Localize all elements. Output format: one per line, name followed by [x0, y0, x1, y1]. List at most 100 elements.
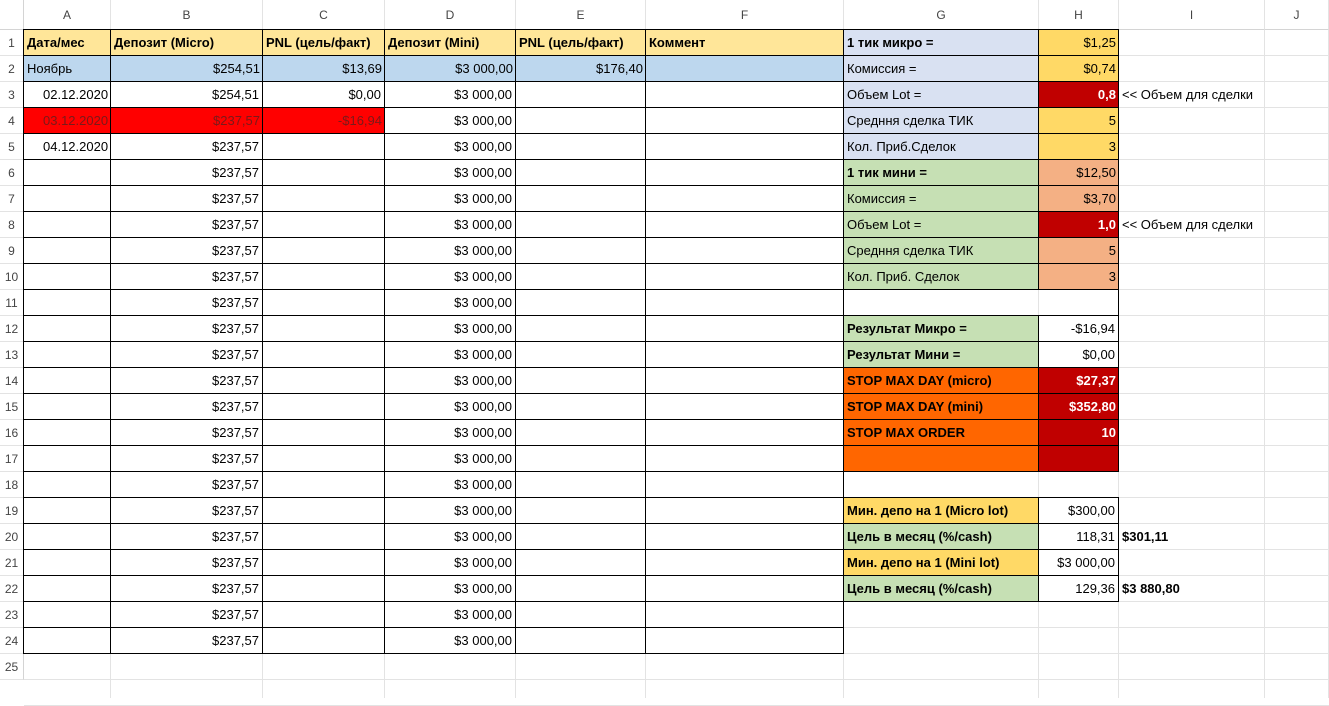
header-d[interactable]: Депозит (Mini): [385, 30, 516, 56]
november-f[interactable]: [646, 56, 844, 82]
cell-c12[interactable]: [263, 316, 384, 341]
cell-e21[interactable]: [516, 550, 645, 575]
cell-a9[interactable]: [24, 238, 110, 263]
cell-d15[interactable]: $3 000,00: [385, 394, 515, 419]
value-stop-order-value[interactable]: 10: [1039, 420, 1119, 446]
cell-a11[interactable]: [24, 290, 110, 315]
label-min-depo-micro-label[interactable]: Мин. депо на 1 (Micro lot): [844, 498, 1039, 524]
label-micro-commission-label[interactable]: Комиссия =: [844, 56, 1039, 82]
cell-f12[interactable]: [646, 316, 843, 341]
cell-f20[interactable]: [646, 524, 843, 549]
cell-a18[interactable]: [24, 472, 110, 497]
cell-a12[interactable]: [24, 316, 110, 341]
row-header-11[interactable]: 11: [0, 290, 24, 316]
cell-e6[interactable]: [516, 160, 645, 185]
cell-d11[interactable]: $3 000,00: [385, 290, 515, 315]
cell-c15[interactable]: [263, 394, 384, 419]
cell-d3[interactable]: $3 000,00: [385, 82, 515, 107]
value-min-depo-mini-value[interactable]: $3 000,00: [1039, 550, 1118, 575]
row-header-3[interactable]: 3: [0, 82, 24, 108]
cell-b7[interactable]: $237,57: [111, 186, 262, 211]
cell-d13[interactable]: $3 000,00: [385, 342, 515, 367]
cell-c8[interactable]: [263, 212, 384, 237]
cell-d8[interactable]: $3 000,00: [385, 212, 515, 237]
value-mini-count-value[interactable]: 3: [1039, 264, 1119, 290]
cell-b12[interactable]: $237,57: [111, 316, 262, 341]
cell-c17[interactable]: [263, 446, 384, 471]
cell-e3[interactable]: [516, 82, 645, 107]
label-micro-avg-label[interactable]: Средння сделка ТИК: [844, 108, 1039, 134]
value-mini-commission-value[interactable]: $3,70: [1039, 186, 1119, 212]
header-e[interactable]: PNL (цель/факт): [516, 30, 646, 56]
cell-e13[interactable]: [516, 342, 645, 367]
cell-b16[interactable]: $237,57: [111, 420, 262, 445]
cell-c7[interactable]: [263, 186, 384, 211]
cell-f19[interactable]: [646, 498, 843, 523]
value-micro-count-value[interactable]: 3: [1039, 134, 1119, 160]
cell-e9[interactable]: [516, 238, 645, 263]
cell-d10[interactable]: $3 000,00: [385, 264, 515, 289]
label-result-mini-label[interactable]: Результат Мини =: [844, 342, 1039, 368]
cell-b9[interactable]: $237,57: [111, 238, 262, 263]
cell-c11[interactable]: [263, 290, 384, 315]
cell-a20[interactable]: [24, 524, 110, 549]
cell-e19[interactable]: [516, 498, 645, 523]
label-mini-avg-label[interactable]: Средння сделка ТИК: [844, 238, 1039, 264]
cell-a19[interactable]: [24, 498, 110, 523]
cell-d20[interactable]: $3 000,00: [385, 524, 515, 549]
november-b[interactable]: $254,51: [111, 56, 263, 82]
cell-d5[interactable]: $3 000,00: [385, 134, 515, 159]
header-a[interactable]: Дата/мес: [24, 30, 111, 56]
cell-a14[interactable]: [24, 368, 110, 393]
cell-b21[interactable]: $237,57: [111, 550, 262, 575]
label-stop-day-mini-label[interactable]: STOP MAX DAY (mini): [844, 394, 1039, 420]
cell-f23[interactable]: [646, 602, 843, 627]
cell-c5[interactable]: [263, 134, 384, 159]
cell-a3[interactable]: 02.12.2020: [24, 82, 110, 107]
cell-b8[interactable]: $237,57: [111, 212, 262, 237]
value-micro-lot-value[interactable]: 0,8: [1039, 82, 1119, 108]
cell-b24[interactable]: $237,57: [111, 628, 262, 653]
cell-a6[interactable]: [24, 160, 110, 185]
cell-c19[interactable]: [263, 498, 384, 523]
cell-e22[interactable]: [516, 576, 645, 601]
row-header-1[interactable]: 1: [0, 30, 24, 56]
cell-f16[interactable]: [646, 420, 843, 445]
cell-d23[interactable]: $3 000,00: [385, 602, 515, 627]
cell-d6[interactable]: $3 000,00: [385, 160, 515, 185]
cell-d24[interactable]: $3 000,00: [385, 628, 515, 653]
cell-c21[interactable]: [263, 550, 384, 575]
label-goal-mini-label[interactable]: Цель в месяц (%/cash): [844, 576, 1039, 602]
value-micro-commission-value[interactable]: $0,74: [1039, 56, 1119, 82]
column-header-e[interactable]: E: [516, 0, 646, 30]
value-mini-lot-value[interactable]: 1,0: [1039, 212, 1119, 238]
row-header-13[interactable]: 13: [0, 342, 24, 368]
november-e[interactable]: $176,40: [516, 56, 646, 82]
cell-d21[interactable]: $3 000,00: [385, 550, 515, 575]
row-header-10[interactable]: 10: [0, 264, 24, 290]
cell-e16[interactable]: [516, 420, 645, 445]
cell-e24[interactable]: [516, 628, 645, 653]
label-stop-day-micro-label[interactable]: STOP MAX DAY (micro): [844, 368, 1039, 394]
row-header-6[interactable]: 6: [0, 160, 24, 186]
cell-d18[interactable]: $3 000,00: [385, 472, 515, 497]
cell-b20[interactable]: $237,57: [111, 524, 262, 549]
row-header-23[interactable]: 23: [0, 602, 24, 628]
cell-d9[interactable]: $3 000,00: [385, 238, 515, 263]
cell-f17[interactable]: [646, 446, 843, 471]
row-header-18[interactable]: 18: [0, 472, 24, 498]
select-all-corner[interactable]: [0, 0, 24, 30]
cell-f11[interactable]: [646, 290, 843, 315]
cell-d7[interactable]: $3 000,00: [385, 186, 515, 211]
label-goal-micro-label[interactable]: Цель в месяц (%/cash): [844, 524, 1039, 550]
cell-f8[interactable]: [646, 212, 843, 237]
cell-d4[interactable]: $3 000,00: [385, 108, 515, 133]
label-result-micro-label[interactable]: Результат Микро =: [844, 316, 1039, 342]
label-stop-order-label[interactable]: STOP MAX ORDER: [844, 420, 1039, 446]
value-goal-micro-value[interactable]: 118,31: [1039, 524, 1118, 549]
cell-f18[interactable]: [646, 472, 843, 497]
cell-b4[interactable]: $237,57: [111, 108, 263, 134]
cell-c10[interactable]: [263, 264, 384, 289]
cell-a7[interactable]: [24, 186, 110, 211]
micro-lot-note[interactable]: << Объем для сделки: [1119, 82, 1319, 107]
